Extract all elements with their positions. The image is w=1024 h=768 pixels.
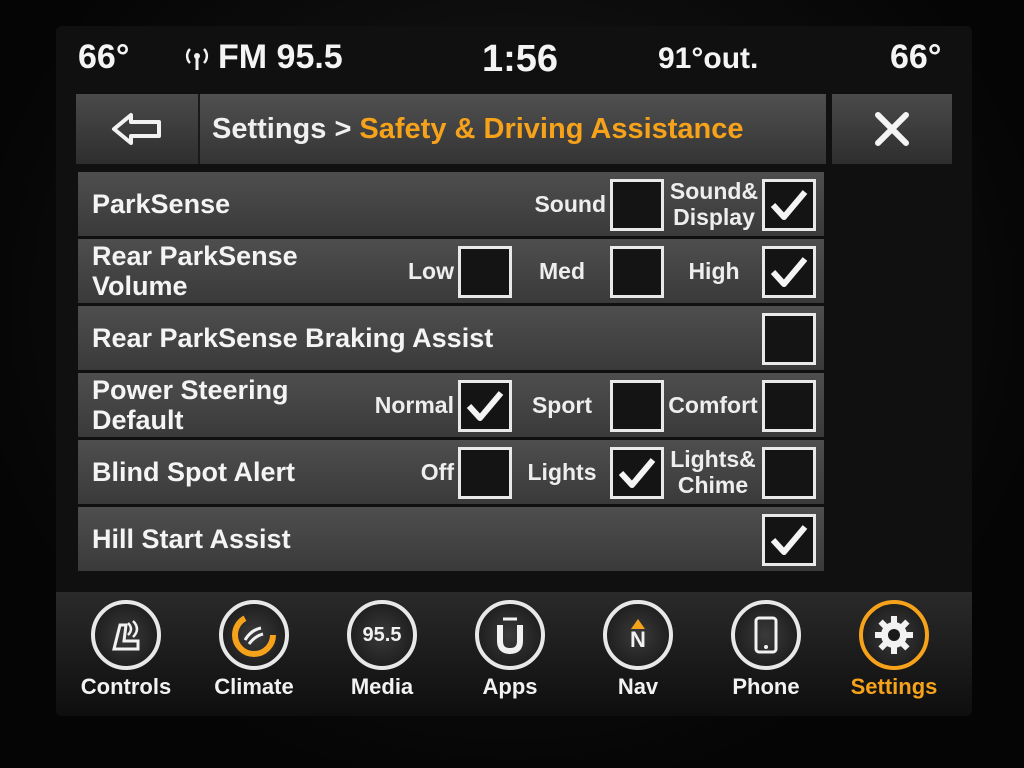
head-unit-screen: 66° FM 95.5 1:56 91°out. 66° Settings > … bbox=[56, 26, 972, 716]
option-label: Low bbox=[408, 258, 454, 284]
checkbox-volume-low[interactable] bbox=[458, 246, 512, 298]
option-label: Sound bbox=[534, 191, 606, 217]
checkbox-blind-spot-lights-chime[interactable] bbox=[762, 447, 816, 499]
checkmark-icon bbox=[466, 391, 504, 421]
controls-icon bbox=[91, 600, 161, 670]
radio-status[interactable]: FM 95.5 bbox=[184, 38, 343, 77]
row-blind-spot-alert: Blind Spot Alert Off Lights Lights& Chim… bbox=[78, 440, 824, 504]
checkbox-braking-assist[interactable] bbox=[762, 313, 816, 365]
status-bar: 66° FM 95.5 1:56 91°out. 66° bbox=[56, 26, 972, 92]
breadcrumb-settings[interactable]: Settings > bbox=[212, 113, 351, 146]
row-label: Power Steering Default bbox=[92, 375, 289, 435]
title-bar: Settings > Safety & Driving Assistance bbox=[76, 94, 952, 164]
checkbox-steering-comfort[interactable] bbox=[762, 380, 816, 432]
checkmark-icon bbox=[618, 458, 656, 488]
checkbox-parksense-sound-display[interactable] bbox=[762, 179, 816, 231]
row-label: Rear ParkSense Braking Assist bbox=[92, 323, 494, 353]
dock-media[interactable]: 95.5 Media bbox=[322, 600, 442, 712]
compass-badge: N bbox=[630, 627, 646, 652]
checkbox-blind-spot-off[interactable] bbox=[458, 447, 512, 499]
media-icon: 95.5 bbox=[347, 600, 417, 670]
page-title: Safety & Driving Assistance bbox=[359, 112, 744, 145]
apps-icon bbox=[475, 600, 545, 670]
breadcrumb: Settings > Safety & Driving Assistance bbox=[200, 94, 826, 164]
option-label: Lights& Chime bbox=[670, 446, 756, 498]
checkmark-icon bbox=[770, 525, 808, 555]
row-rear-parksense-braking-assist: Rear ParkSense Braking Assist bbox=[78, 306, 824, 370]
nav-icon: N bbox=[603, 600, 673, 670]
option-label: Comfort bbox=[668, 392, 758, 418]
option-label: Sport bbox=[531, 392, 593, 418]
clock: 1:56 bbox=[482, 38, 559, 80]
checkmark-icon bbox=[770, 190, 808, 220]
checkbox-steering-normal[interactable] bbox=[458, 380, 512, 432]
gear-icon bbox=[859, 600, 929, 670]
bottom-dock: Controls Climate 95.5 Media Apps N Nav P… bbox=[56, 592, 972, 716]
option-label: Sound& Display bbox=[669, 178, 759, 230]
checkbox-steering-sport[interactable] bbox=[610, 380, 664, 432]
row-label: ParkSense bbox=[92, 189, 231, 219]
dock-label: Apps bbox=[482, 674, 538, 699]
outside-temp: 91°out. bbox=[658, 42, 759, 75]
checkbox-volume-high[interactable] bbox=[762, 246, 816, 298]
radio-signal-icon bbox=[185, 47, 209, 70]
checkbox-blind-spot-lights[interactable] bbox=[610, 447, 664, 499]
row-label: Hill Start Assist bbox=[92, 524, 291, 554]
dock-apps[interactable]: Apps bbox=[450, 600, 570, 712]
option-label: Lights bbox=[527, 459, 597, 485]
row-label: Blind Spot Alert bbox=[92, 457, 295, 487]
row-label: Rear ParkSense Volume bbox=[92, 241, 298, 301]
dock-label: Media bbox=[350, 674, 414, 699]
dock-climate[interactable]: Climate bbox=[194, 600, 314, 712]
dock-label: Controls bbox=[80, 674, 172, 699]
dock-label: Settings bbox=[850, 674, 938, 699]
back-arrow-icon bbox=[112, 113, 161, 145]
passenger-temp[interactable]: 66° bbox=[890, 38, 941, 77]
option-label: Normal bbox=[374, 392, 454, 418]
media-badge: 95.5 bbox=[362, 623, 402, 646]
option-label: High bbox=[688, 258, 740, 284]
row-parksense: ParkSense Sound Sound& Display bbox=[78, 172, 824, 236]
dock-controls[interactable]: Controls bbox=[66, 600, 186, 712]
dock-settings[interactable]: Settings bbox=[834, 600, 954, 712]
close-icon bbox=[875, 112, 909, 146]
checkmark-icon bbox=[770, 257, 808, 287]
checkbox-volume-med[interactable] bbox=[610, 246, 664, 298]
checkbox-hill-start-assist[interactable] bbox=[762, 514, 816, 566]
dock-label: Phone bbox=[732, 674, 800, 699]
phone-icon bbox=[731, 600, 801, 670]
climate-icon bbox=[219, 600, 289, 670]
row-rear-parksense-volume: Rear ParkSense Volume Low Med High bbox=[78, 239, 824, 303]
close-button[interactable] bbox=[832, 94, 952, 164]
option-label: Off bbox=[420, 459, 454, 485]
dock-nav[interactable]: N Nav bbox=[578, 600, 698, 712]
row-power-steering-default: Power Steering Default Normal Sport Comf… bbox=[78, 373, 824, 437]
radio-station: FM 95.5 bbox=[218, 38, 343, 76]
settings-list: ParkSense Sound Sound& Display Rear Park… bbox=[78, 172, 824, 574]
back-button[interactable] bbox=[76, 94, 200, 164]
dock-label: Nav bbox=[617, 674, 659, 699]
dock-label: Climate bbox=[214, 674, 294, 699]
dock-phone[interactable]: Phone bbox=[706, 600, 826, 712]
driver-temp[interactable]: 66° bbox=[78, 38, 129, 77]
option-label: Med bbox=[539, 258, 585, 284]
checkbox-parksense-sound[interactable] bbox=[610, 179, 664, 231]
row-hill-start-assist: Hill Start Assist bbox=[78, 507, 824, 571]
